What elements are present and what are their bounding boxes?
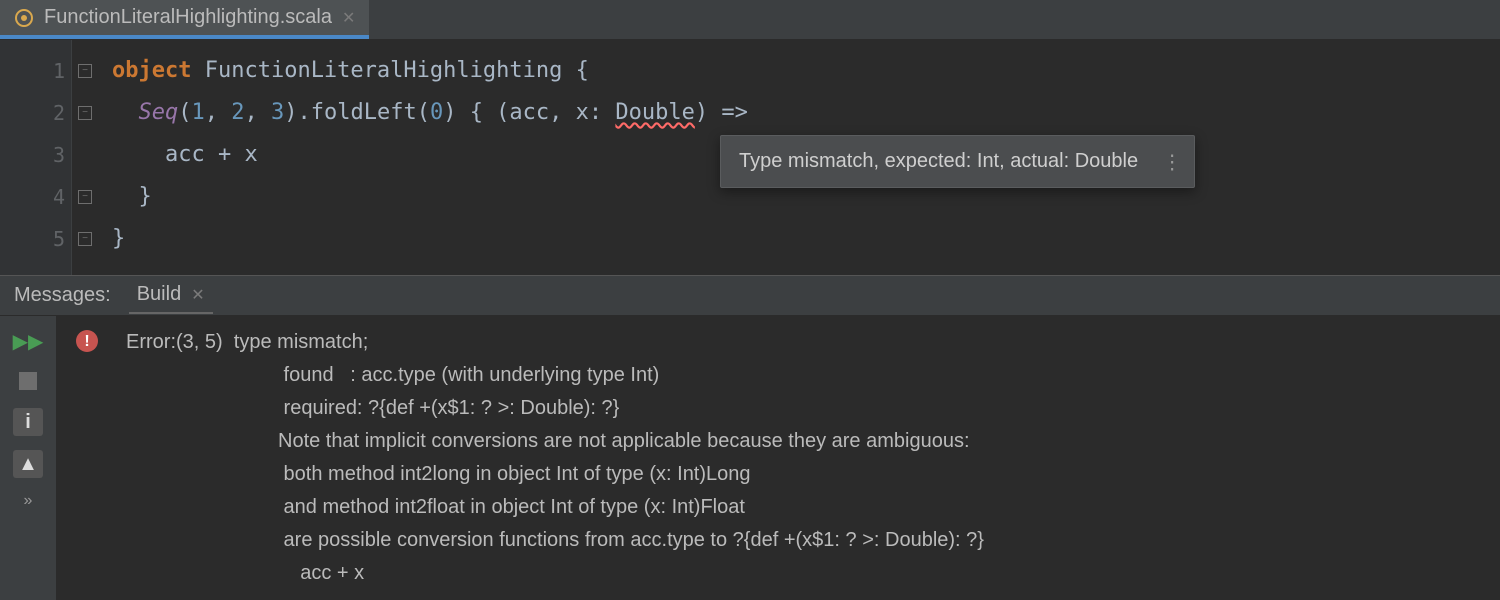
stop-square-icon [19,372,37,390]
warning-icon[interactable]: ▲ [13,450,43,478]
messages-tab-build[interactable]: Build ✕ [129,277,213,314]
line-number: 2 [0,92,65,134]
fold-icon[interactable]: − [78,190,92,204]
error-line: both method int2long in object Int of ty… [278,463,751,485]
more-actions-icon[interactable]: ⋮ [1162,149,1180,174]
messages-tab-label: Build [137,283,181,306]
line-number: 3 [0,134,65,176]
code-text: } [112,226,125,251]
code-editor[interactable]: 1 2 3 4 5 − − − − object FunctionLiteral… [0,40,1500,276]
messages-toolbar: ▶▶ i ▲ » [0,316,56,600]
code-text: ( [178,100,191,125]
error-header[interactable]: Error:(3, 5) type mismatch; [126,326,1480,359]
line-number: 5 [0,218,65,260]
code-type: Seq [139,100,179,125]
code-text: } [112,184,152,209]
messages-title: Messages: [14,284,111,307]
code-text: , [245,100,272,125]
error-detail: found : acc.type (with underlying type I… [126,359,1480,590]
tooltip-text: Type mismatch, expected: Int, actual: Do… [739,150,1138,172]
code-text: ).foldLeft( [284,100,430,125]
fold-icon[interactable]: − [78,232,92,246]
code-text: , [205,100,232,125]
code-number: 1 [192,100,205,125]
close-icon[interactable]: ✕ [342,8,355,28]
error-tree[interactable]: ! Error:(3, 5) type mismatch; found : ac… [56,316,1500,600]
error-icon: ! [76,330,98,352]
stop-icon[interactable] [13,368,43,394]
error-line: Note that implicit conversions are not a… [278,430,970,452]
code-number: 2 [231,100,244,125]
line-number-gutter: 1 2 3 4 5 [0,40,72,275]
code-text: acc + x [112,142,258,167]
code-text: ) => [695,100,748,125]
messages-panel-header: Messages: Build ✕ [0,276,1500,316]
code-number: 0 [430,100,443,125]
rerun-icon[interactable]: ▶▶ [13,328,43,354]
fold-icon[interactable]: − [78,64,92,78]
error-line: are possible conversion functions from a… [278,529,984,551]
code-error-token: Double [615,100,694,125]
line-number: 1 [0,50,65,92]
messages-panel-body: ▶▶ i ▲ » ! Error:(3, 5) type mismatch; f… [0,316,1500,600]
fold-column: − − − − [72,40,98,275]
editor-tab-active[interactable]: FunctionLiteralHighlighting.scala ✕ [0,0,369,39]
code-text: FunctionLiteralHighlighting { [191,58,588,83]
code-number: 3 [271,100,284,125]
info-icon[interactable]: i [13,408,43,436]
fold-icon[interactable]: − [78,106,92,120]
error-line: required: ?{def +(x$1: ? >: Double): ?} [278,397,619,419]
code-text: ) { (acc, x: [443,100,615,125]
scala-file-icon [14,8,34,28]
error-tooltip: Type mismatch, expected: Int, actual: Do… [720,135,1195,188]
error-line: and method int2float in object Int of ty… [278,496,745,518]
error-line: acc + x [278,562,364,584]
line-number: 4 [0,176,65,218]
code-keyword: object [112,58,191,83]
code-text [112,100,139,125]
more-tools-icon[interactable]: » [24,492,33,510]
editor-tab-bar: FunctionLiteralHighlighting.scala ✕ [0,0,1500,40]
tab-filename: FunctionLiteralHighlighting.scala [44,6,332,29]
close-icon[interactable]: ✕ [191,285,204,305]
error-line: found : acc.type (with underlying type I… [278,364,659,386]
